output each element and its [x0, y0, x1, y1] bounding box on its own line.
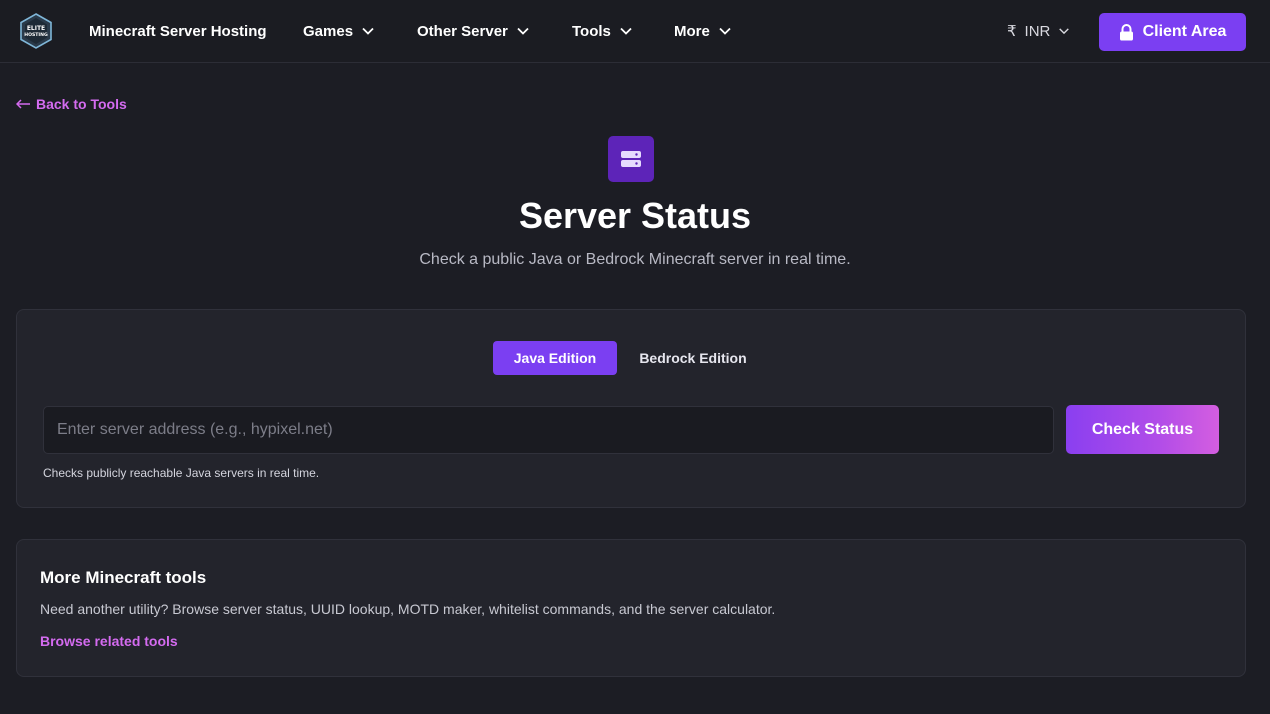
svg-text:HOSTING: HOSTING [24, 32, 48, 38]
top-nav: ELITE HOSTING Minecraft Server Hosting G… [0, 0, 1270, 63]
nav-minecraft-server-hosting[interactable]: Minecraft Server Hosting [89, 0, 267, 62]
rupee-icon: ₹ [1007, 23, 1017, 40]
nav-label: More [674, 22, 710, 40]
nav-games[interactable]: Games [303, 0, 375, 62]
nav-label: Games [303, 22, 354, 40]
browse-related-tools-link[interactable]: Browse related tools [40, 633, 178, 649]
currency-code: INR [1024, 22, 1051, 40]
client-area-button[interactable]: Client Area [1099, 13, 1246, 51]
tab-java-edition[interactable]: Java Edition [493, 341, 617, 375]
nav-tools[interactable]: Tools [572, 0, 633, 62]
nav-label: Tools [572, 22, 611, 40]
arrow-left-icon [16, 99, 30, 109]
more-tools-title: More Minecraft tools [40, 568, 207, 587]
chevron-down-icon [517, 27, 529, 35]
nav-more[interactable]: More [674, 0, 732, 62]
nav-other-server[interactable]: Other Server [417, 0, 530, 62]
nav-label: Minecraft Server Hosting [89, 22, 267, 40]
svg-text:ELITE: ELITE [27, 25, 45, 32]
check-status-button[interactable]: Check Status [1066, 405, 1219, 454]
tab-bedrock-edition[interactable]: Bedrock Edition [627, 341, 759, 375]
nav-label: Other Server [417, 22, 508, 40]
server-address-input[interactable] [43, 406, 1054, 454]
lock-icon [1119, 23, 1133, 40]
client-area-label: Client Area [1142, 23, 1227, 40]
more-tools-card: More Minecraft tools Need another utilit… [16, 539, 1246, 677]
page-subtitle: Check a public Java or Bedrock Minecraft… [419, 251, 851, 268]
page-title: Server Status [518, 195, 752, 236]
chevron-down-icon [362, 27, 374, 35]
more-tools-description: Need another utility? Browse server stat… [40, 601, 776, 617]
chevron-down-icon [1059, 28, 1070, 35]
chevron-down-icon [719, 27, 731, 35]
elite-hosting-logo[interactable]: ELITE HOSTING [18, 13, 54, 49]
server-icon [608, 136, 654, 182]
server-status-card: Java Edition Bedrock Edition Check Statu… [16, 309, 1246, 508]
currency-selector[interactable]: ₹ INR [1007, 0, 1070, 62]
chevron-down-icon [620, 27, 632, 35]
back-link-label: Back to Tools [36, 96, 127, 112]
back-to-tools-link[interactable]: Back to Tools [16, 96, 127, 112]
input-hint: Checks publicly reachable Java servers i… [43, 466, 320, 480]
